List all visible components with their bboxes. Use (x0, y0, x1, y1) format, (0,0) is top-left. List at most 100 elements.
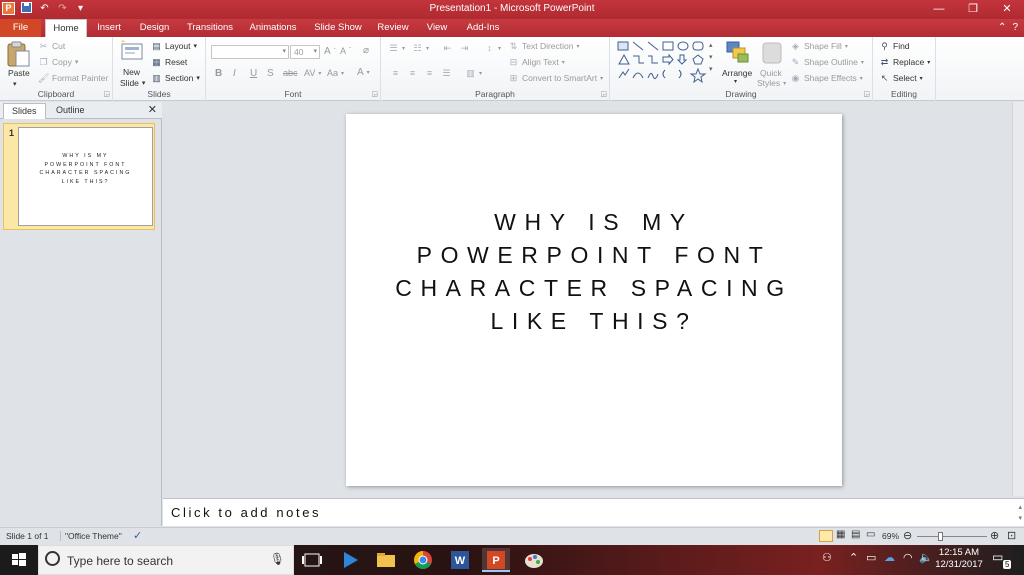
restore-button[interactable]: ❐ (956, 0, 990, 19)
battery-icon[interactable]: ▭ (866, 551, 876, 564)
text-direction-button[interactable]: ⇅ Text Direction ▾ (508, 41, 580, 51)
paint-app-icon[interactable] (520, 548, 548, 572)
people-icon[interactable]: ⚇ (822, 551, 832, 564)
help-icon[interactable]: ? (1012, 22, 1018, 33)
line-spacing-icon[interactable]: ↕ ▾ (484, 43, 501, 53)
character-spacing-icon[interactable]: AV ▾ (304, 68, 321, 78)
reading-view-icon[interactable]: ▤ (851, 529, 860, 540)
replace-button[interactable]: ⇄ Replace ▾ (879, 57, 930, 67)
shapes-gallery[interactable] (616, 40, 716, 84)
arrange-icon[interactable] (725, 40, 751, 66)
decrease-indent-icon[interactable]: ⇤ (442, 43, 453, 53)
zoom-level[interactable]: 69% (882, 531, 899, 541)
shape-fill-button[interactable]: ◈ Shape Fill ▾ (790, 41, 848, 51)
slide-thumbnail-selected[interactable]: 1 WHY IS MY POWERPOINT FONT CHARACTER SP… (3, 123, 155, 230)
zoom-out-icon[interactable]: ⊖ (903, 529, 912, 542)
wifi-icon[interactable]: ◠ (903, 551, 913, 564)
tab-slide-show[interactable]: Slide Show (313, 19, 363, 37)
find-button[interactable]: ⚲ Find (879, 41, 909, 51)
font-color-icon[interactable]: A ▾ (357, 67, 370, 78)
tab-outline[interactable]: Outline (48, 103, 93, 119)
shape-outline-button[interactable]: ✎ Shape Outline ▾ (790, 57, 864, 67)
format-painter-button[interactable]: 🖌 Format Painter (38, 73, 108, 83)
paragraph-dialog-launcher-icon[interactable]: ◲ (600, 90, 607, 98)
align-center-icon[interactable]: ≡ (407, 68, 418, 78)
grow-font-icon[interactable]: Aˆ (324, 46, 336, 57)
tab-view[interactable]: View (424, 19, 450, 37)
shape-effects-button[interactable]: ◉ Shape Effects ▾ (790, 73, 863, 83)
tab-transitions[interactable]: Transitions (184, 19, 236, 37)
paste-button[interactable]: Paste (8, 68, 30, 78)
layout-button[interactable]: ▤ Layout ▾ (151, 41, 197, 51)
theme-status[interactable]: "Office Theme" (60, 531, 122, 541)
slide-sorter-icon[interactable]: ▦ (836, 529, 845, 540)
notes-placeholder[interactable]: Click to add notes (171, 505, 321, 520)
zoom-in-icon[interactable]: ⊕ (990, 529, 999, 542)
microphone-icon[interactable]: 🎙 (270, 552, 285, 566)
tab-slides[interactable]: Slides (3, 103, 46, 119)
notes-scrollbar[interactable]: ▴ ▾ (1018, 502, 1022, 524)
font-size-dropdown-icon[interactable]: ▾ (313, 46, 319, 58)
text-shadow-icon[interactable]: S (267, 68, 274, 79)
new-slide-button[interactable]: Slide ▾ (120, 78, 145, 88)
zoom-slider[interactable] (917, 536, 987, 537)
vertical-scrollbar[interactable] (1012, 102, 1024, 496)
underline-icon[interactable]: U (250, 68, 257, 79)
close-window-button[interactable]: ✕ (990, 0, 1024, 19)
spellcheck-icon[interactable]: ✓ (133, 529, 142, 542)
arrange-button[interactable]: Arrange (722, 68, 752, 78)
taskbar-search-box[interactable]: Type here to search 🎙 (38, 545, 294, 575)
slide-title-textbox[interactable]: WHY IS MY POWERPOINT FONT CHARACTER SPAC… (346, 206, 842, 338)
bold-icon[interactable]: B (215, 68, 222, 79)
start-button[interactable] (0, 545, 38, 575)
minimize-button[interactable]: — (922, 0, 956, 19)
italic-icon[interactable]: I (233, 68, 236, 79)
select-button[interactable]: ↖ Select ▾ (879, 73, 923, 83)
minimize-ribbon-icon[interactable]: ⌃ (998, 22, 1006, 33)
tab-insert[interactable]: Insert (92, 19, 126, 37)
align-left-icon[interactable]: ≡ (390, 68, 401, 78)
powerpoint-taskbar-icon[interactable]: P (482, 548, 510, 572)
slide-thumbnail[interactable]: WHY IS MY POWERPOINT FONT CHARACTER SPAC… (18, 127, 153, 226)
fit-to-window-icon[interactable]: ⊡ (1007, 529, 1016, 542)
quick-styles-line1[interactable]: Quick (760, 68, 782, 78)
shapes-gallery-scroll[interactable]: ▴ ▾ ▾ (709, 41, 713, 73)
clear-formatting-icon[interactable]: ⌀ (363, 45, 369, 56)
show-hidden-icons-icon[interactable]: ⌃ (849, 551, 858, 564)
align-right-icon[interactable]: ≡ (424, 68, 435, 78)
tab-file[interactable]: File (0, 19, 41, 37)
close-pane-icon[interactable]: ✕ (148, 103, 157, 116)
zoom-slider-thumb[interactable] (938, 532, 943, 541)
align-text-button[interactable]: ⊟ Align Text ▾ (508, 57, 565, 67)
tab-review[interactable]: Review (376, 19, 410, 37)
slide-show-icon[interactable]: ▭ (866, 529, 875, 540)
quick-styles-button[interactable]: Styles ▾ (757, 78, 786, 88)
change-case-icon[interactable]: Aa ▾ (327, 68, 344, 78)
copy-button[interactable]: ❐ Copy ▾ (38, 57, 78, 67)
new-slide-icon[interactable] (120, 40, 146, 66)
bullets-icon[interactable]: ☰ ▾ (388, 43, 405, 53)
arrange-dropdown-icon[interactable]: ▾ (734, 78, 737, 85)
action-center-icon[interactable]: ▭ (992, 550, 1003, 564)
paste-icon[interactable] (5, 40, 31, 67)
shrink-font-icon[interactable]: Aˇ (340, 46, 351, 56)
quick-styles-icon[interactable] (760, 40, 786, 66)
drawing-dialog-launcher-icon[interactable]: ◲ (863, 90, 870, 98)
font-name-combo[interactable]: ▾ (211, 45, 289, 59)
font-dialog-launcher-icon[interactable]: ◲ (371, 90, 378, 98)
tab-animations[interactable]: Animations (248, 19, 298, 37)
tab-add-ins[interactable]: Add-Ins (464, 19, 502, 37)
system-clock[interactable]: 12:15 AM 12/31/2017 (930, 547, 988, 571)
new-slide-line1[interactable]: New (123, 67, 140, 77)
reset-button[interactable]: ▦ Reset (151, 57, 187, 67)
font-size-combo[interactable]: 40 ▾ (290, 45, 320, 59)
strikethrough-icon[interactable]: abc (283, 68, 298, 78)
columns-icon[interactable]: ▥ ▾ (465, 68, 482, 78)
word-icon[interactable]: W (446, 548, 474, 572)
paste-dropdown-icon[interactable]: ▾ (13, 80, 17, 88)
tab-design[interactable]: Design (136, 19, 173, 37)
justify-icon[interactable]: ☰ (441, 68, 452, 78)
slide-canvas[interactable]: WHY IS MY POWERPOINT FONT CHARACTER SPAC… (346, 114, 842, 486)
clipboard-dialog-launcher-icon[interactable]: ◲ (103, 90, 110, 98)
notes-pane[interactable]: Click to add notes ▴ ▾ (163, 498, 1024, 526)
